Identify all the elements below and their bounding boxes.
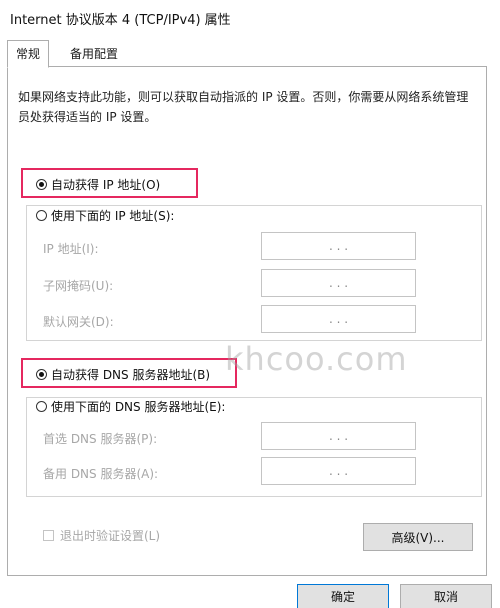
ip-address-value: . . . [328,239,349,253]
radio-manual-dns[interactable]: 使用下面的 DNS 服务器地址(E): [36,398,230,415]
default-gateway-label: 默认网关(D): [43,315,114,329]
radio-manual-ip[interactable]: 使用下面的 IP 地址(S): [36,207,179,224]
default-gateway-value: . . . [328,312,349,326]
validate-on-exit-label: 退出时验证设置(L) [60,529,161,543]
ip-address-label: IP 地址(I): [43,242,99,256]
window-title: Internet 协议版本 4 (TCP/IPv4) 属性 [10,13,231,28]
description-text: 如果网络支持此功能，则可以获取自动指派的 IP 设置。否则，你需要从网络系统管理… [18,90,469,124]
subnet-mask-label: 子网掩码(U): [43,279,114,293]
tab-strip: 常规 备用配置 [0,40,500,68]
radio-button-icon [36,179,47,190]
subnet-mask-input[interactable]: . . . [261,269,416,297]
ip-address-input[interactable]: . . . [261,232,416,260]
tab-general[interactable]: 常规 [7,40,50,68]
preferred-dns-label: 首选 DNS 服务器(P): [43,432,158,446]
default-gateway-input[interactable]: . . . [261,305,416,333]
general-panel: 如果网络支持此功能，则可以获取自动指派的 IP 设置。否则，你需要从网络系统管理… [7,66,487,576]
subnet-mask-value: . . . [328,276,349,290]
radio-auto-ip-label: 自动获得 IP 地址(O) [51,178,161,192]
alternate-dns-input[interactable]: . . . [261,457,416,485]
tab-alternate-config[interactable]: 备用配置 [62,42,126,66]
alternate-dns-label: 备用 DNS 服务器(A): [43,467,159,481]
radio-button-icon [36,369,47,380]
radio-button-icon [36,401,47,412]
advanced-button[interactable]: 高级(V)... [363,523,473,551]
title-bar: Internet 协议版本 4 (TCP/IPv4) 属性 [0,0,500,34]
radio-manual-dns-label: 使用下面的 DNS 服务器地址(E): [51,400,226,414]
cancel-button[interactable]: 取消 [400,584,492,608]
ok-button[interactable]: 确定 [297,584,389,608]
preferred-dns-value: . . . [328,429,349,443]
radio-auto-dns[interactable]: 自动获得 DNS 服务器地址(B) [36,366,210,383]
validate-on-exit-checkbox[interactable]: 退出时验证设置(L) [43,527,160,544]
radio-button-icon [36,210,47,221]
checkbox-icon [43,530,54,541]
radio-manual-ip-label: 使用下面的 IP 地址(S): [51,209,175,223]
radio-auto-ip[interactable]: 自动获得 IP 地址(O) [36,176,160,193]
alternate-dns-value: . . . [328,464,349,478]
preferred-dns-input[interactable]: . . . [261,422,416,450]
radio-auto-dns-label: 自动获得 DNS 服务器地址(B) [51,368,211,382]
